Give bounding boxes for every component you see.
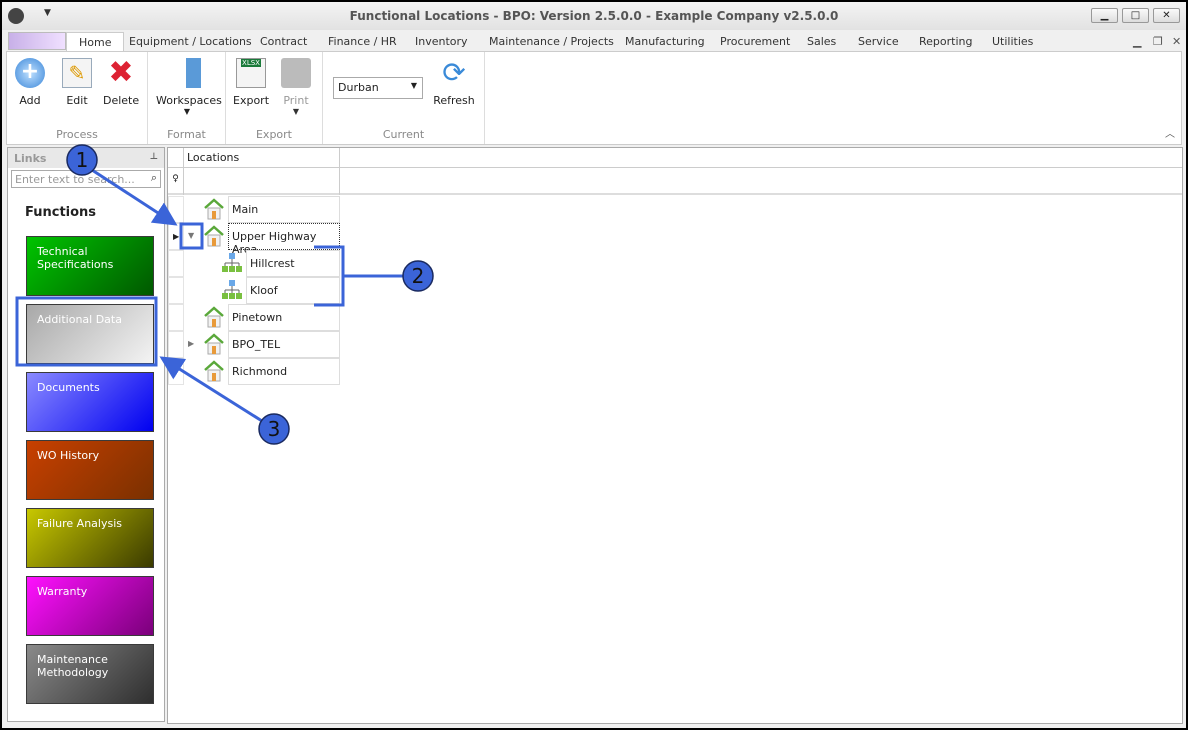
annotation-overlay: 1 2 3 [15,144,434,445]
callout-3-highlight [15,296,158,367]
callout-2-bracket [314,245,405,307]
callout-1-number: 1 [76,148,89,172]
callout-2-number: 2 [412,264,425,288]
callout-1-arrow [91,168,178,226]
callout-3-arrow [159,356,263,423]
callout-1-highlight [179,222,204,250]
callout-3-number: 3 [268,417,281,441]
